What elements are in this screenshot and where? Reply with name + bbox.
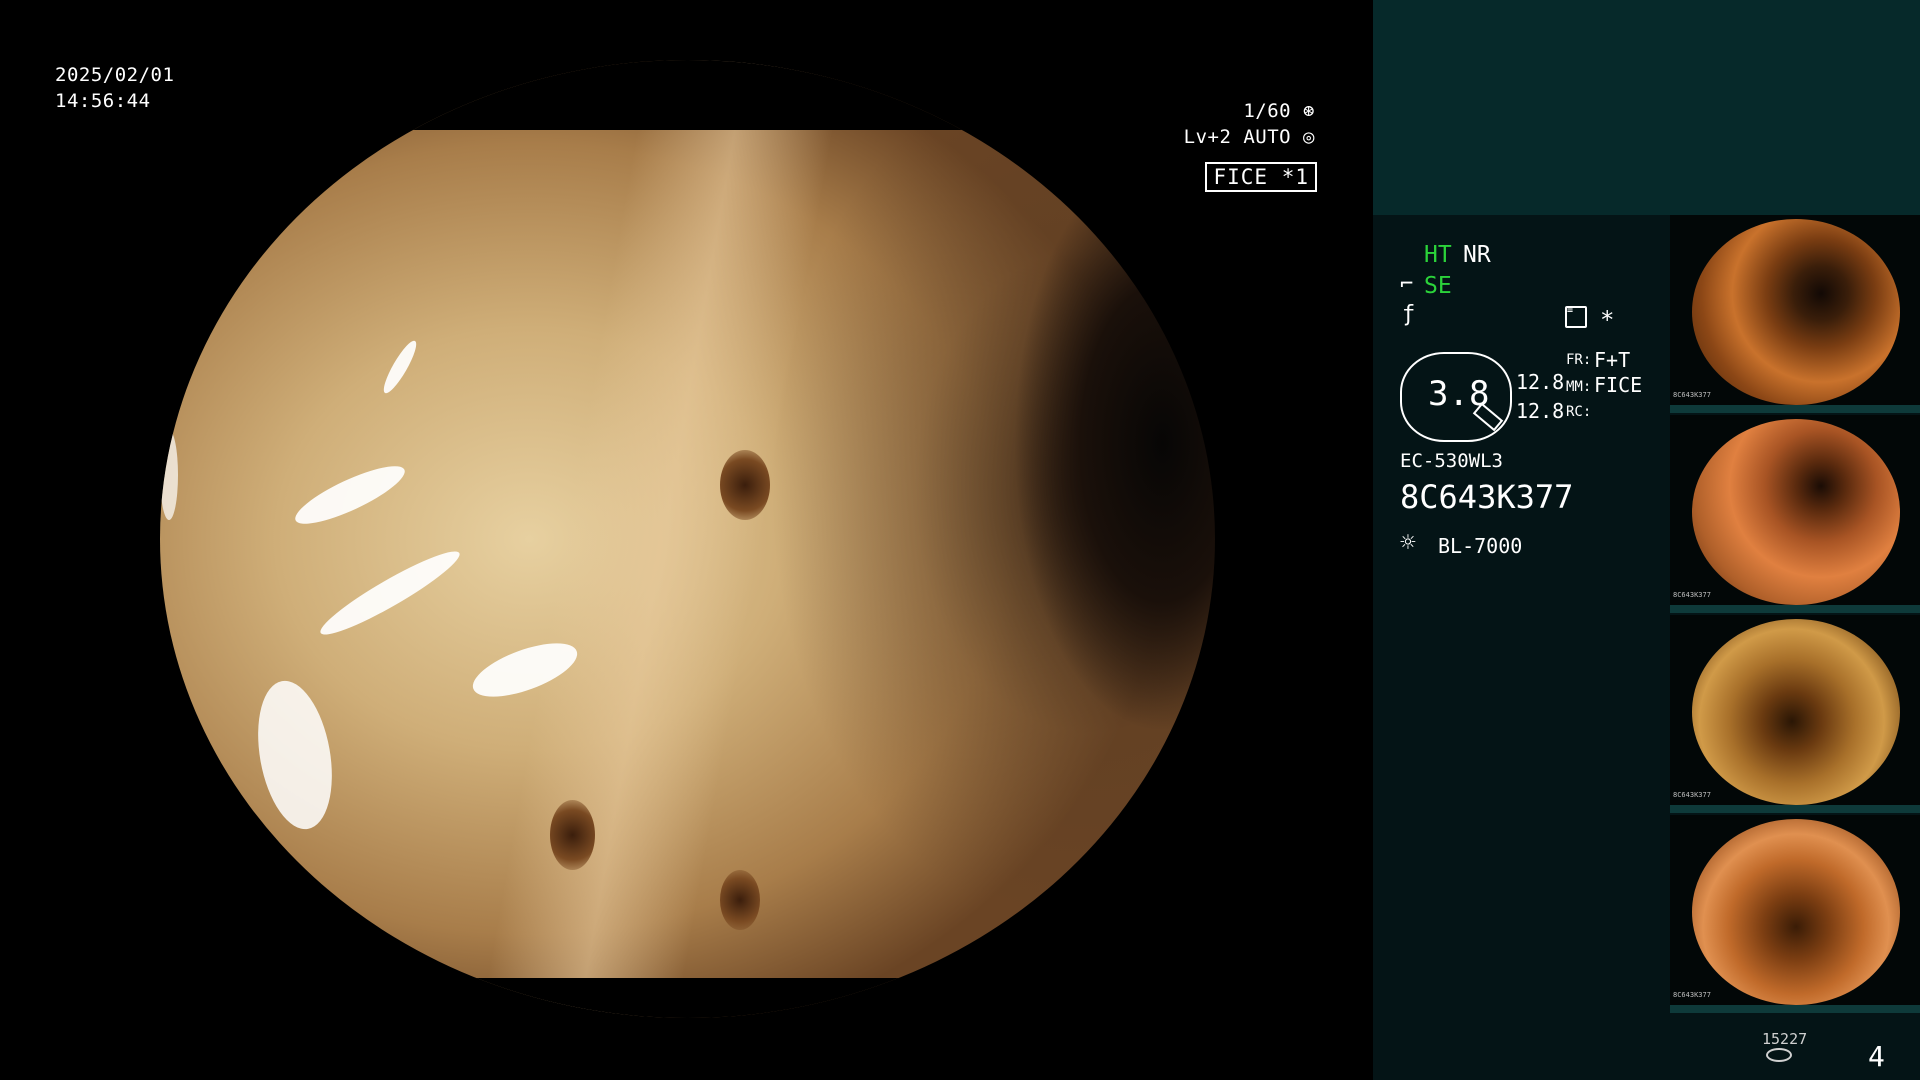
fr-label: FR: [1566,352,1592,368]
thumbnail[interactable]: 8C643K377 [1670,215,1920,413]
thumbnail-bar [1670,405,1920,413]
scope-serial: 8C643K377 [1400,478,1574,516]
aperture-icon: ⊛ [1291,100,1315,122]
level-text: Lv+2 AUTO [1183,126,1292,148]
thumbnail-bar [1670,1005,1920,1013]
storage-icon [1766,1048,1792,1062]
time-text: 14:56:44 [55,90,151,112]
tool-icon: ⌐ [1400,272,1414,297]
fr-value: F+T [1594,348,1631,372]
pen-icon [1472,402,1504,432]
light-reflection [378,337,422,397]
mm-label: MM: [1566,379,1592,395]
thumbnail-serial: 8C643K377 [1673,591,1711,599]
iris-icon: ◎ [1291,126,1315,148]
shutter-text: 1/60 [1243,100,1292,122]
polyp-spot [720,450,770,520]
value-a: 12.8 [1516,370,1565,394]
thumbnail-image [1692,219,1900,405]
light-source-icon: ☼ [1400,528,1416,558]
thumbnail-image [1692,419,1900,605]
date-text: 2025/02/01 [55,64,175,86]
panel-header-area [1373,0,1920,215]
rc-label: RC: [1566,404,1592,420]
thumbnail-bar [1670,805,1920,813]
freeze-icon: ƒ [1402,302,1416,327]
ht-indicator: HT [1424,242,1452,268]
scope-model: EC-530WL3 [1400,450,1503,472]
thumbnail[interactable]: 8C643K377 [1670,415,1920,613]
light-reflection [314,541,466,645]
asterisk-indicator: * [1600,306,1615,334]
date-time-display: 2025/02/01 14:56:44 [55,62,174,114]
thumbnail-image [1692,819,1900,1005]
thumbnail-serial: 8C643K377 [1673,791,1711,799]
endoscope-view [160,60,1215,1018]
thumbnail[interactable]: 8C643K377 [1670,615,1920,813]
fice-mode-badge: FICE *1 [1205,162,1317,192]
thumbnail[interactable]: 8C643K377 [1670,815,1920,1013]
polyp-spot [720,870,760,930]
thumbnail-serial: 8C643K377 [1673,991,1711,999]
thumbnail-bar [1670,605,1920,613]
page-number: 4 [1868,1040,1885,1073]
light-reflection [247,675,343,835]
polyp-spot [550,800,595,870]
thumbnail-serial: 8C643K377 [1673,391,1711,399]
settings-list-icon: ≡ [1565,306,1587,328]
exposure-readout: 1/60 ⊛ Lv+2 AUTO ◎ [1184,98,1315,150]
light-reflection [289,456,411,534]
se-indicator: SE [1424,273,1452,299]
count-text: 15227 [1762,1030,1808,1048]
light-source-model: BL-7000 [1438,534,1523,558]
thumbnail-image [1692,619,1900,805]
light-reflection [466,632,584,708]
nr-indicator: NR [1463,242,1491,268]
light-reflection [160,430,178,520]
image-count: 15227 [1762,1030,1807,1062]
scope-value-badge: 3.8 [1400,352,1512,442]
value-b: 12.8 [1516,399,1565,423]
mm-value: FICE [1594,373,1643,397]
